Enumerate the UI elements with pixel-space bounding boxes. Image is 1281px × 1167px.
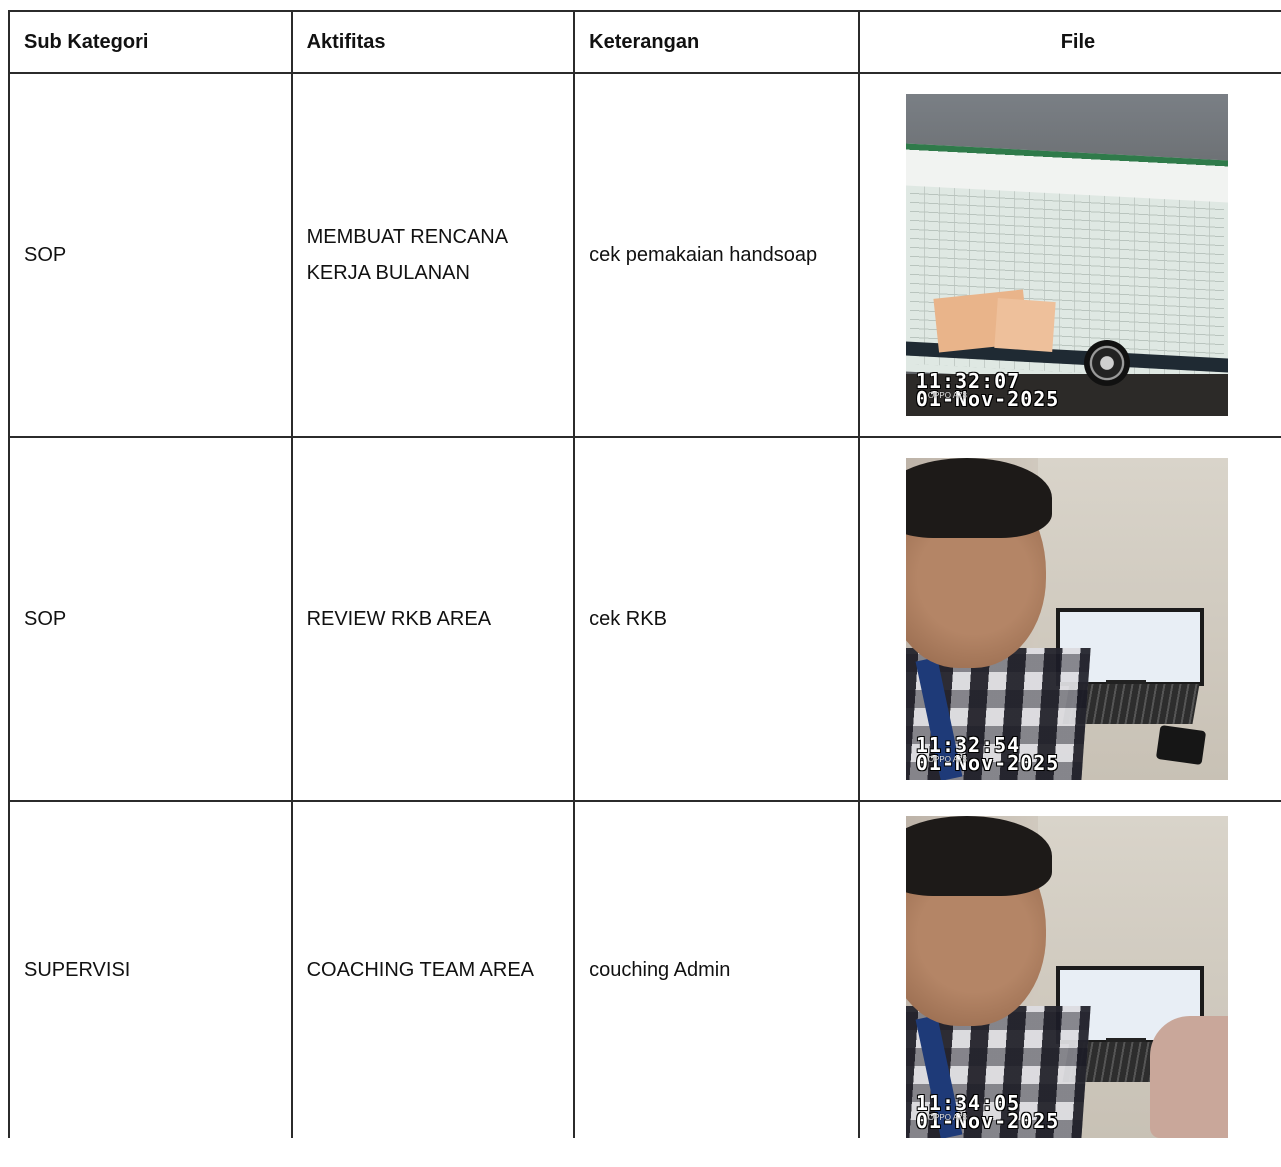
header-file: File <box>857 10 1281 74</box>
arm <box>1149 1016 1228 1138</box>
header-aktifitas: Aktifitas <box>290 10 576 74</box>
camera-brand: OPPO A78 <box>927 1113 968 1122</box>
cell-aktifitas: MEMBUAT RENCANA KERJA BULANAN <box>290 72 576 438</box>
cell-keterangan: couching Admin <box>573 800 860 1138</box>
activity-table: Sub Kategori Aktifitas Keterangan File S… <box>8 10 1281 1138</box>
cell-aktifitas: REVIEW RKB AREA <box>290 436 576 802</box>
hair <box>905 458 1052 538</box>
cell-file: 11:34:05 01-Nov-2025 OPPO A78 <box>857 800 1281 1138</box>
activity-photo[interactable]: 11:34:05 01-Nov-2025 OPPO A78 <box>905 816 1228 1138</box>
cell-file: 11:32:07 01-Nov-2025 OPPO A78 <box>857 72 1281 438</box>
cell-sub-kategori: SOP <box>8 72 293 438</box>
cell-aktifitas: COACHING TEAM AREA <box>290 800 576 1138</box>
table-row: SOP REVIEW RKB AREA cek RKB 11:32:54 01-… <box>8 436 1281 802</box>
table-row: SOP MEMBUAT RENCANA KERJA BULANAN cek pe… <box>8 72 1281 438</box>
cell-sub-kategori: SUPERVISI <box>8 800 293 1138</box>
header-keterangan: Keterangan <box>573 10 860 74</box>
camera-brand: OPPO A78 <box>927 755 968 764</box>
cell-keterangan: cek pemakaian handsoap <box>573 72 860 438</box>
hair <box>905 816 1052 896</box>
cell-file: 11:32:54 01-Nov-2025 OPPO A78 <box>857 436 1281 802</box>
header-sub-kategori: Sub Kategori <box>8 10 293 74</box>
cell-keterangan: cek RKB <box>573 436 860 802</box>
phone <box>1155 724 1207 766</box>
table-header-row: Sub Kategori Aktifitas Keterangan File <box>8 10 1281 74</box>
speaker <box>1083 340 1130 386</box>
table-row: SUPERVISI COACHING TEAM AREA couching Ad… <box>8 800 1281 1138</box>
activity-photo[interactable]: 11:32:54 01-Nov-2025 OPPO A78 <box>905 458 1228 780</box>
cell-sub-kategori: SOP <box>8 436 293 802</box>
sticky-note <box>994 298 1056 352</box>
camera-brand: OPPO A78 <box>927 391 968 400</box>
activity-photo[interactable]: 11:32:07 01-Nov-2025 OPPO A78 <box>905 94 1228 416</box>
